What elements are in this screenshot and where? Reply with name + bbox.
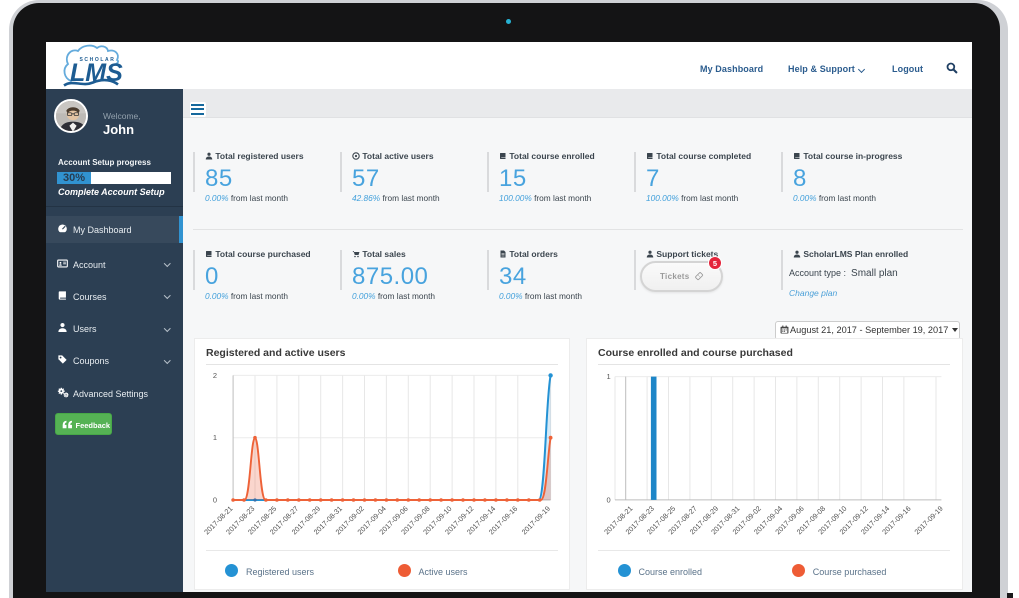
svg-text:0: 0 bbox=[213, 496, 217, 505]
svg-text:2017-09-19: 2017-09-19 bbox=[519, 504, 551, 536]
svg-text:0: 0 bbox=[606, 495, 610, 504]
svg-text:2017-09-19: 2017-09-19 bbox=[912, 504, 944, 536]
svg-text:1: 1 bbox=[213, 433, 217, 442]
svg-text:2: 2 bbox=[213, 371, 217, 380]
svg-text:1: 1 bbox=[606, 372, 610, 381]
